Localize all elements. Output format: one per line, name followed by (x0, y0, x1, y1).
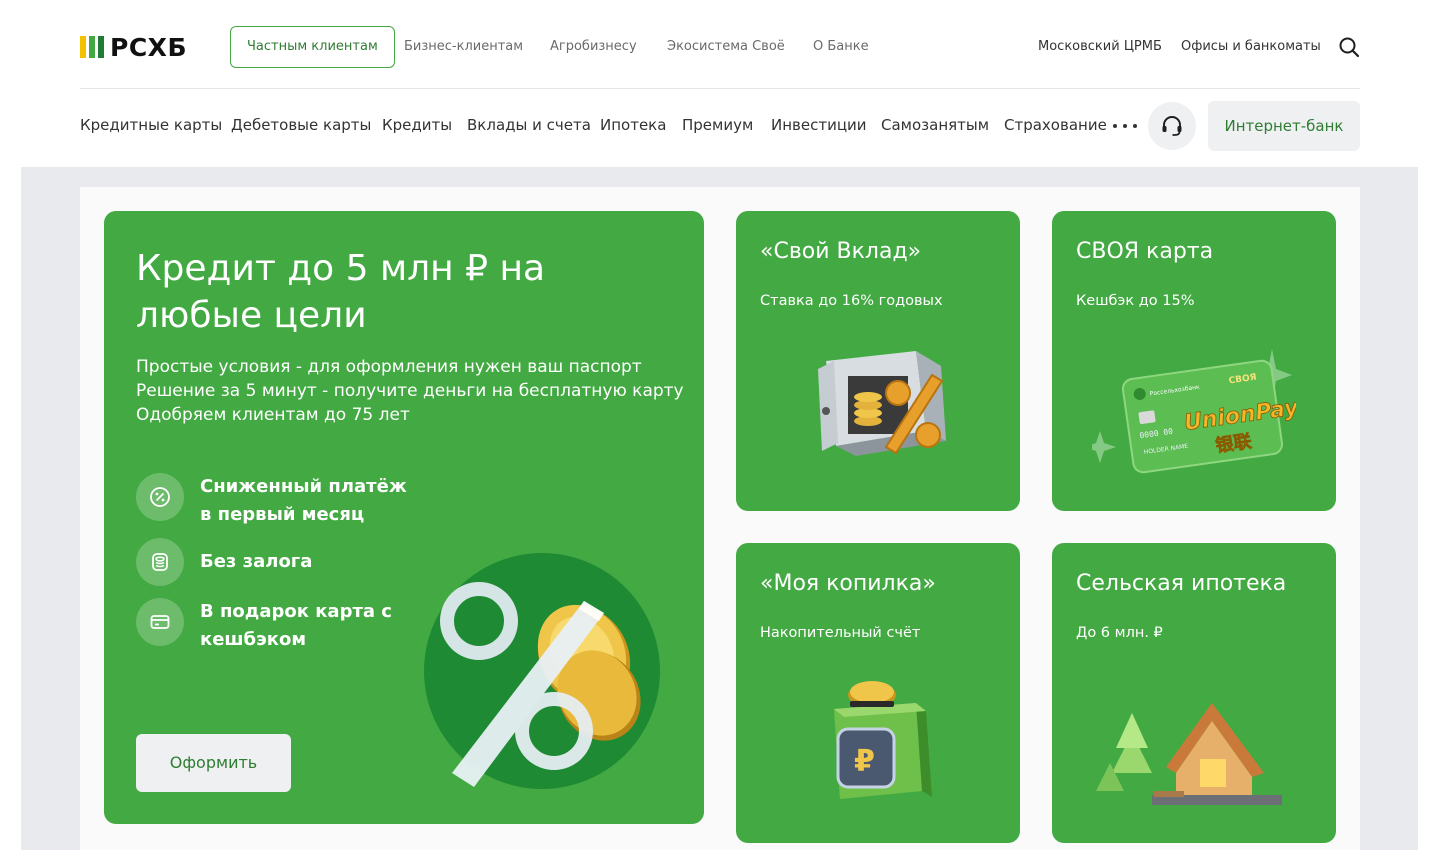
card-subtitle: До 6 млн. ₽ (1076, 625, 1163, 641)
segment-tab-private[interactable]: Частным клиентам (230, 26, 395, 68)
nav-credit-cards[interactable]: Кредитные карты (80, 101, 222, 151)
card-title: СВОЯ карта (1076, 239, 1214, 264)
nav-self-employed[interactable]: Самозанятым (881, 101, 989, 151)
card-subtitle: Накопительный счёт (760, 625, 921, 641)
header-top-row: РСХБ Частным клиентам Бизнес-клиентам Аг… (80, 26, 1360, 68)
offices-atms-link[interactable]: Офисы и банкоматы (1181, 26, 1321, 68)
header-divider (80, 88, 1360, 89)
logo-text: РСХБ (110, 32, 187, 62)
nav-mortgage[interactable]: Ипотека (600, 101, 666, 151)
nav-premium[interactable]: Премиум (682, 101, 753, 151)
percent-coins-illustration (424, 553, 660, 789)
nav-debit-cards[interactable]: Дебетовые карты (231, 101, 371, 151)
segment-tab-ecosystem[interactable]: Экосистема Своё (667, 26, 785, 68)
feature-no-collateral: Без залога (136, 538, 410, 586)
logo-bars-icon (80, 36, 104, 58)
rural-mortgage-card[interactable]: Сельская ипотека До 6 млн. ₽ (1052, 543, 1336, 843)
feature-text: В подарок карта с кешбэком (200, 601, 392, 650)
rshb-logo[interactable]: РСХБ (80, 32, 187, 62)
region-selector[interactable]: Московский ЦРМБ (1038, 26, 1162, 68)
hero-line: Решение за 5 минут - получите деньги на … (136, 381, 684, 401)
cabin-illustration (1096, 703, 1282, 805)
card-title: Сельская ипотека (1076, 571, 1287, 596)
segment-tab-about[interactable]: О Банке (813, 26, 869, 68)
feature-gift-card: В подарок карта с кешбэком (136, 598, 410, 654)
hero-loan-card[interactable]: Кредит до 5 млн ₽ на любые цели Простые … (104, 211, 704, 824)
card-title: «Моя копилка» (760, 571, 936, 596)
coins-icon (136, 538, 184, 586)
feature-text: Без залога (200, 551, 313, 572)
segment-tab-agro[interactable]: Агробизнесу (550, 26, 637, 68)
card-subtitle: Кешбэк до 15% (1076, 293, 1195, 309)
segment-tab-business[interactable]: Бизнес-клиентам (404, 26, 523, 68)
svg-text:₽: ₽ (854, 744, 875, 779)
internet-bank-button[interactable]: Интернет-банк (1208, 101, 1360, 151)
safe-percent-illustration (818, 351, 946, 456)
svoya-card[interactable]: СВОЯ карта Кешбэк до 15% Россельхозбанк … (1052, 211, 1336, 511)
nav-investments[interactable]: Инвестиции (771, 101, 867, 151)
deposit-card[interactable]: «Свой Вклад» Ставка до 16% годовых (736, 211, 1020, 511)
more-menu-icon[interactable] (1113, 122, 1137, 130)
piggy-box-illustration: ₽ (834, 681, 932, 799)
card-icon (136, 598, 184, 646)
percent-badge-icon (136, 473, 184, 521)
nav-loans[interactable]: Кредиты (382, 101, 452, 151)
hero-line: Одобряем клиентам до 75 лет (136, 405, 410, 425)
nav-deposits[interactable]: Вклады и счета (467, 101, 591, 151)
feature-text: Сниженный платёж в первый месяц (200, 476, 407, 525)
apply-button[interactable]: Оформить (136, 734, 291, 792)
hero-title: Кредит до 5 млн ₽ на любые цели (136, 248, 546, 336)
unionpay-card-illustration: Россельхозбанк СВОЯ 0000 00 HOLDER NAME … (1092, 349, 1296, 474)
card-title: «Свой Вклад» (760, 239, 922, 264)
card-subtitle: Ставка до 16% годовых (760, 293, 943, 309)
support-button[interactable] (1148, 102, 1196, 150)
hero-description: Простые условия - для оформления нужен в… (136, 355, 684, 427)
savings-card[interactable]: «Моя копилка» Накопительный счёт ₽ (736, 543, 1020, 843)
hero-line: Простые условия - для оформления нужен в… (136, 357, 642, 377)
nav-insurance[interactable]: Страхование (1004, 101, 1107, 151)
feature-reduced-payment: Сниженный платёж в первый месяц (136, 473, 410, 529)
headset-icon (1162, 116, 1182, 136)
search-icon[interactable] (1338, 36, 1360, 58)
